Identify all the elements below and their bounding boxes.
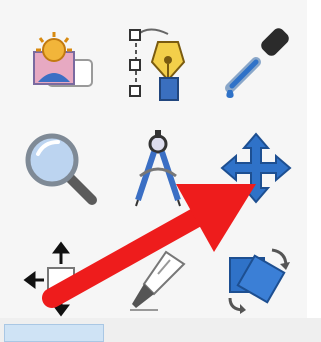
alignment-tool-button[interactable]	[12, 230, 108, 326]
alignment-tool-icon	[20, 238, 100, 318]
crop-tool-icon	[118, 238, 198, 318]
paths-tool-icon	[118, 20, 198, 104]
toolbox-panel	[0, 0, 321, 342]
zoom-tool-icon	[18, 126, 102, 210]
crop-tool-button[interactable]	[110, 230, 206, 326]
rotate-tool-icon	[216, 238, 296, 318]
active-tool-strip[interactable]	[4, 324, 104, 342]
toolbox-border	[307, 0, 321, 342]
script-fu-tool-button[interactable]	[12, 14, 108, 110]
measure-tool-icon	[116, 126, 200, 210]
measure-tool-button[interactable]	[110, 120, 206, 216]
script-fu-icon	[20, 22, 100, 102]
color-picker-tool-button[interactable]	[208, 14, 304, 110]
move-tool-button[interactable]	[208, 120, 304, 216]
color-picker-icon	[216, 22, 296, 102]
paths-tool-button[interactable]	[110, 14, 206, 110]
move-tool-icon	[216, 128, 296, 208]
zoom-tool-button[interactable]	[12, 120, 108, 216]
rotate-tool-button[interactable]	[208, 230, 304, 326]
